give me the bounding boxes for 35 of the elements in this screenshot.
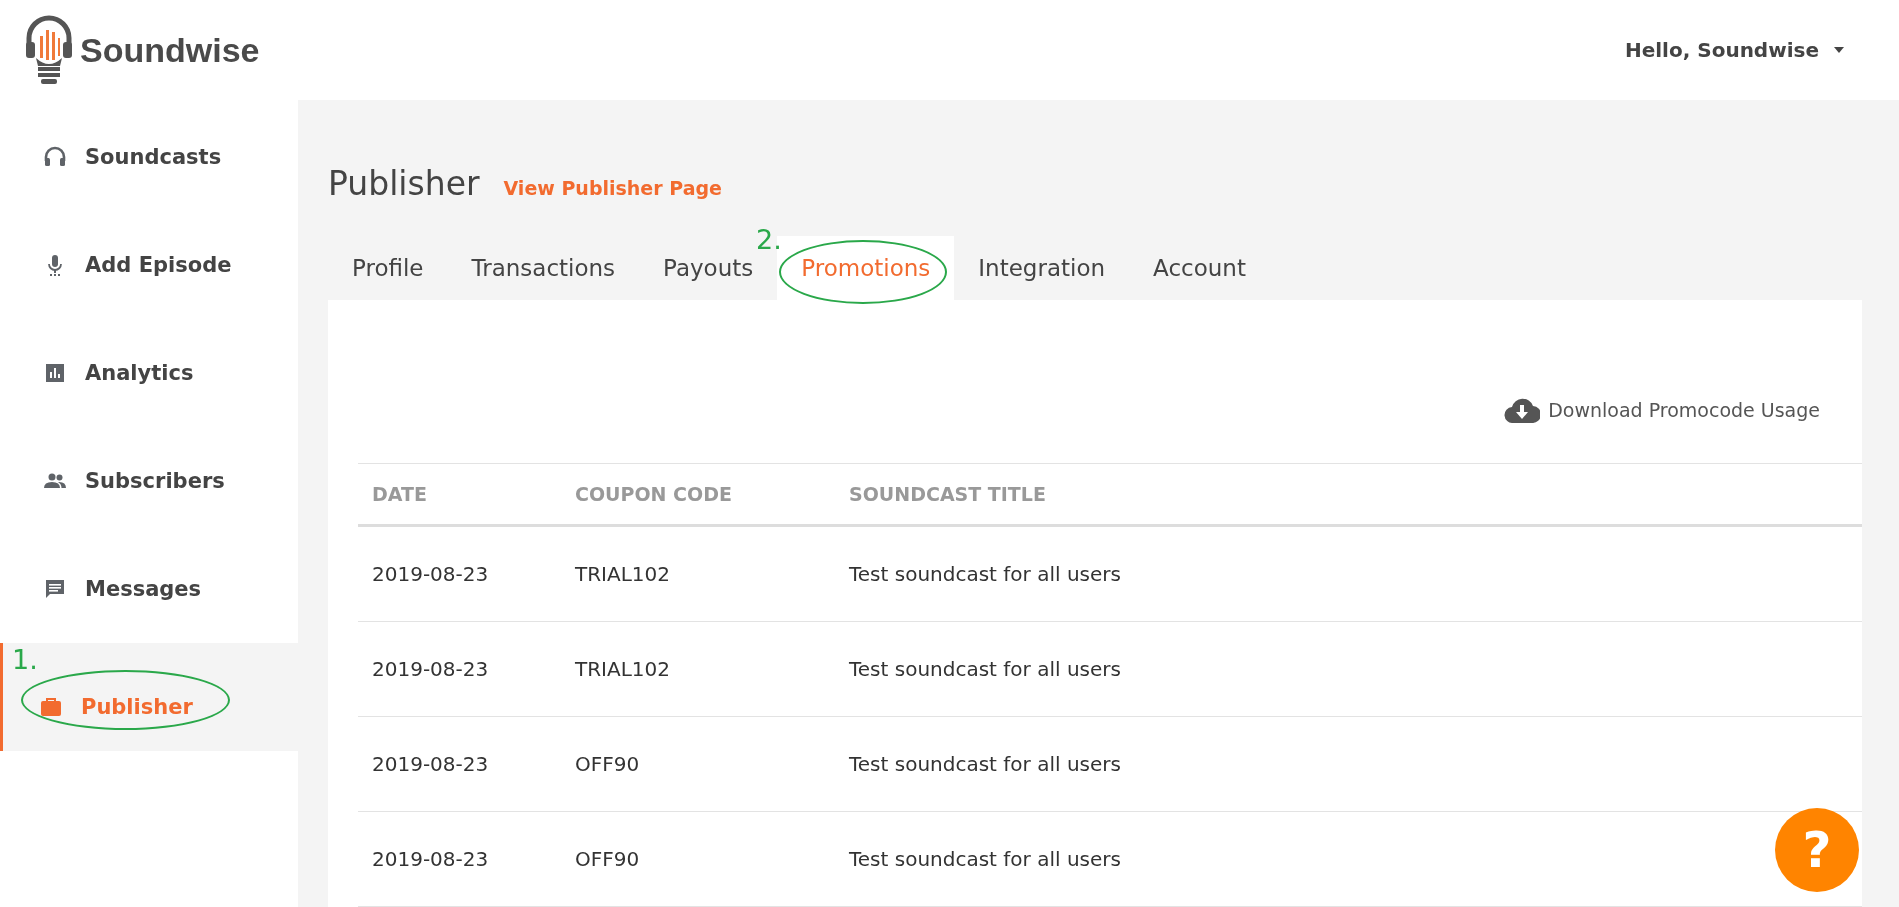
table-cell: 2019-08-23 bbox=[358, 811, 561, 907]
tab[interactable]: Account bbox=[1129, 236, 1270, 300]
download-button[interactable]: Download Promocode Usage bbox=[1504, 390, 1820, 430]
table-cell: Test soundcast for all users bbox=[835, 716, 1862, 812]
column-header: SOUNDCAST TITLE bbox=[835, 463, 1862, 526]
table-cell: 2019-08-23 bbox=[358, 525, 561, 622]
message-icon bbox=[43, 577, 67, 601]
column-header: DATE bbox=[358, 463, 561, 526]
tab[interactable]: Profile bbox=[328, 236, 448, 300]
cloud-download-icon bbox=[1504, 397, 1541, 423]
table-cell: Test soundcast for all users bbox=[835, 525, 1862, 622]
caret-icon bbox=[1833, 46, 1845, 54]
sidebar-item[interactable]: Soundcasts bbox=[0, 103, 298, 211]
headphones-icon bbox=[43, 145, 67, 169]
tab[interactable]: Transactions bbox=[447, 236, 640, 300]
table-cell: Test soundcast for all users bbox=[835, 621, 1862, 717]
logo-text[interactable]: Soundwise bbox=[80, 30, 260, 70]
annotation-number: 1. bbox=[12, 644, 38, 675]
table-cell: TRIAL102 bbox=[561, 621, 835, 717]
sidebar-item[interactable]: Analytics bbox=[0, 319, 298, 427]
sidebar-item[interactable]: Subscribers bbox=[0, 427, 298, 535]
table-cell: OFF90 bbox=[561, 811, 835, 907]
lightbulb-headphones-logo-icon bbox=[24, 14, 74, 86]
table-cell: 2019-08-23 bbox=[358, 621, 561, 717]
tab[interactable]: Integration bbox=[954, 236, 1130, 300]
table-cell: OFF90 bbox=[561, 716, 835, 812]
briefcase-icon bbox=[39, 695, 63, 719]
sidebar-item[interactable]: Add Episode bbox=[0, 211, 298, 319]
table-cell: 2019-08-23 bbox=[358, 716, 561, 812]
page-title: Publisher bbox=[328, 164, 480, 203]
user-menu[interactable]: Hello, Soundwise bbox=[1624, 34, 1845, 66]
sidebar-item[interactable]: Messages bbox=[0, 535, 298, 643]
table-cell: TRIAL102 bbox=[561, 525, 835, 622]
bar-chart-icon bbox=[43, 361, 67, 385]
column-header: COUPON CODE bbox=[561, 463, 835, 526]
